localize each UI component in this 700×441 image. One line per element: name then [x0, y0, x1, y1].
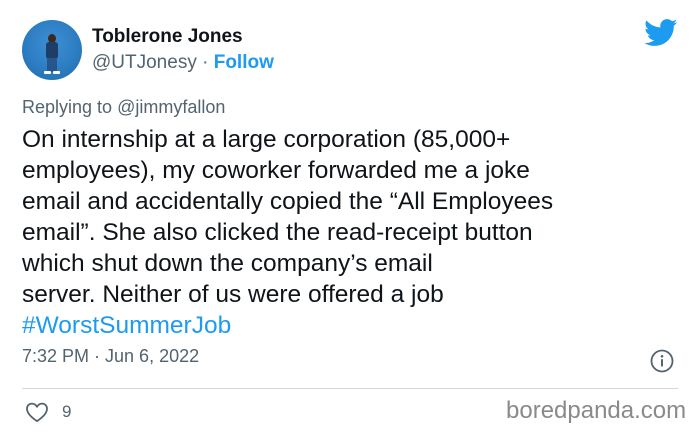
- handle-separator: ·: [196, 52, 214, 73]
- tweet-timestamp[interactable]: 7:32 PM · Jun 6, 2022: [22, 346, 199, 367]
- author-handle-line: @UTJonesy · Follow: [92, 52, 274, 74]
- info-icon[interactable]: [650, 349, 674, 373]
- tweet-text-line: email and accidentally copied the “All E…: [22, 188, 554, 215]
- author-display-name[interactable]: Toblerone Jones: [92, 26, 243, 48]
- like-count: 9: [62, 402, 72, 421]
- avatar-figure-shoe-right: [53, 71, 60, 74]
- tweet-text-line: server. Neither of us were offered a job: [22, 281, 444, 308]
- tweet-text-line: On internship at a large corporation (85…: [22, 126, 511, 153]
- tweet-text-line: which shut down the company’s email: [22, 250, 433, 277]
- twitter-bird-icon[interactable]: [644, 19, 678, 47]
- replying-to-prefix: Replying to: [22, 97, 118, 117]
- tweet-body: On internship at a large corporation (85…: [22, 124, 682, 341]
- watermark: boredpanda.com: [506, 397, 687, 424]
- follow-button[interactable]: Follow: [214, 52, 274, 73]
- heart-icon[interactable]: [25, 401, 49, 423]
- tweet-text-line: employees), my coworker forwarded me a j…: [22, 157, 530, 184]
- replying-to-line: Replying to @jimmyfallon: [22, 97, 225, 118]
- divider: [22, 388, 678, 389]
- author-handle[interactable]: @UTJonesy: [92, 52, 197, 73]
- avatar[interactable]: [22, 20, 82, 80]
- tweet-text-line: email”. She also clicked the read-receip…: [22, 219, 533, 246]
- avatar-figure-shoe-left: [44, 71, 51, 74]
- avatar-figure-legs: [47, 58, 57, 72]
- avatar-figure-body: [46, 42, 58, 59]
- replying-to-handle[interactable]: @jimmyfallon: [117, 97, 225, 117]
- hashtag-link[interactable]: #WorstSummerJob: [22, 310, 682, 341]
